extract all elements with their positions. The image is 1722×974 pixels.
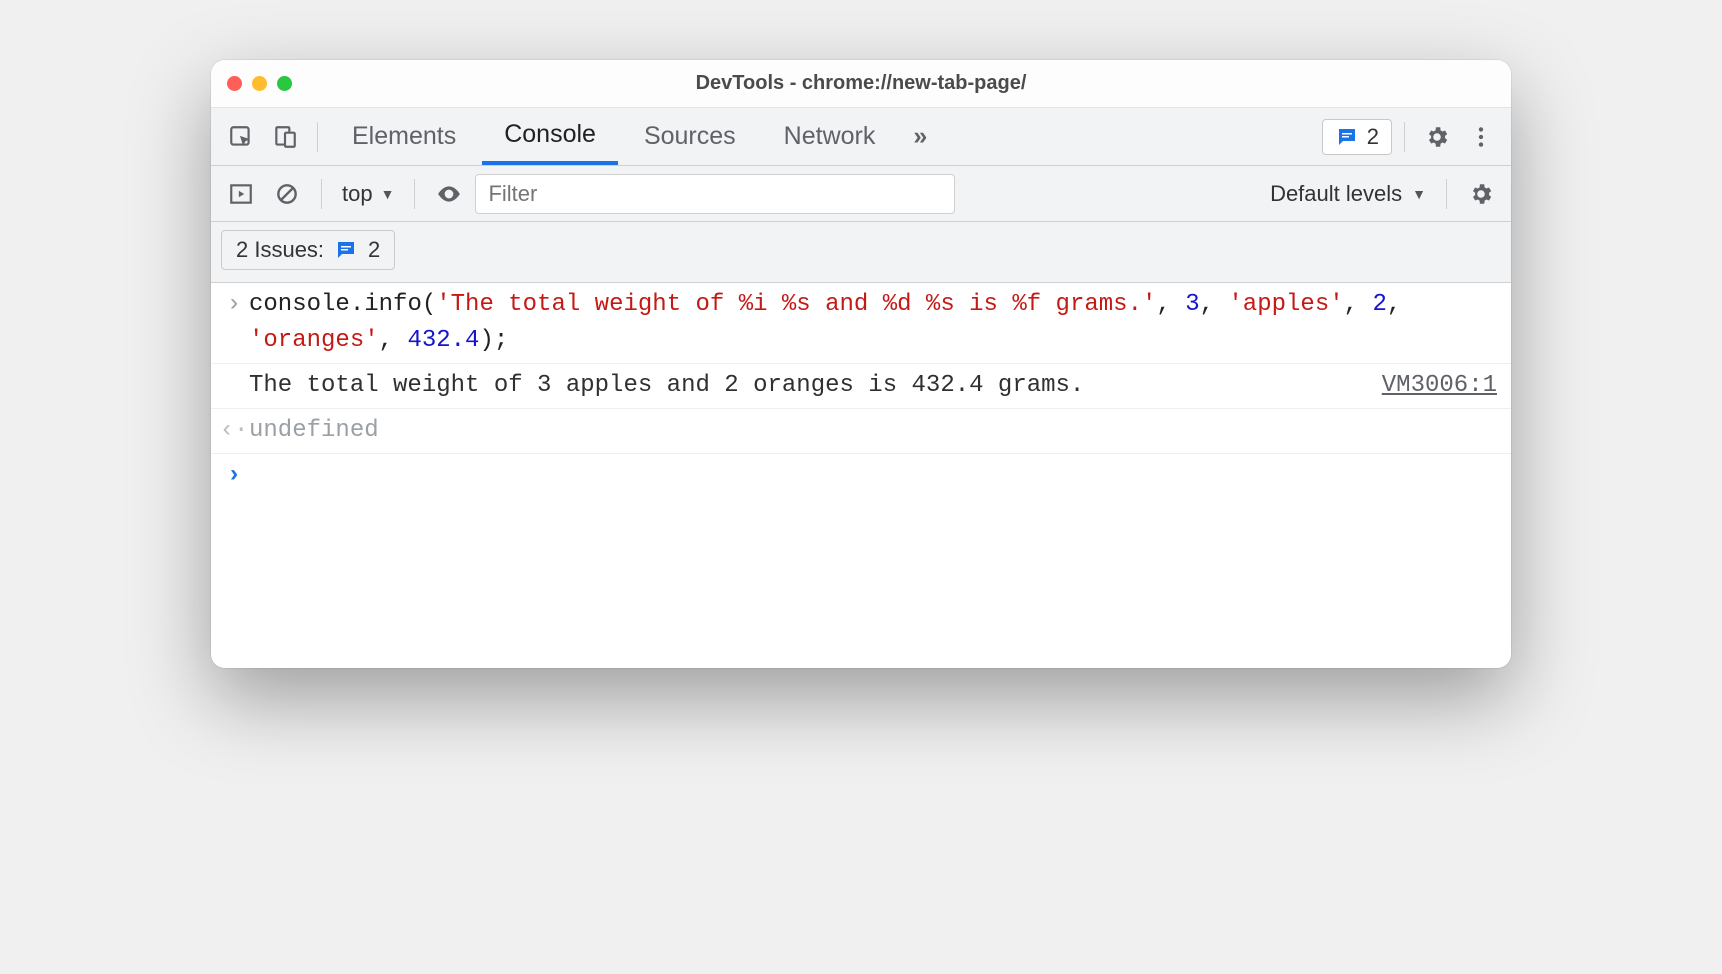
close-window-button[interactable] (227, 76, 242, 91)
titlebar: DevTools - chrome://new-tab-page/ (211, 60, 1511, 108)
filter-input[interactable] (475, 174, 955, 214)
console-output-text: The total weight of 3 apples and 2 orang… (249, 368, 1364, 404)
console-settings-gear-icon[interactable] (1461, 174, 1501, 214)
zoom-window-button[interactable] (277, 76, 292, 91)
speech-bubble-icon (334, 238, 358, 262)
window-title: DevTools - chrome://new-tab-page/ (211, 72, 1511, 95)
minimize-window-button[interactable] (252, 76, 267, 91)
tab-sources[interactable]: Sources (622, 108, 758, 165)
chevron-down-icon: ▼ (381, 186, 395, 202)
separator (317, 122, 318, 152)
console-body: › console.info('The total weight of %i %… (211, 283, 1511, 668)
separator (1404, 122, 1405, 152)
traffic-lights (227, 76, 292, 91)
live-expression-eye-icon[interactable] (429, 174, 469, 214)
execution-context-picker[interactable]: top ▼ (336, 181, 400, 207)
console-input-code[interactable]: console.info('The total weight of %i %s … (249, 287, 1497, 359)
devtools-tabbar: Elements Console Sources Network » 2 (211, 108, 1511, 166)
separator (414, 179, 415, 209)
kebab-menu-icon[interactable] (1461, 117, 1501, 157)
console-return-row: ‹· undefined (211, 409, 1511, 454)
console-output-row: The total weight of 3 apples and 2 orang… (211, 364, 1511, 409)
console-prompt-row[interactable]: › (211, 454, 1511, 498)
issues-chip-prefix: 2 Issues: (236, 237, 324, 263)
tab-console[interactable]: Console (482, 108, 618, 165)
issues-counter[interactable]: 2 (1322, 119, 1392, 155)
issues-counter-count: 2 (1367, 124, 1379, 150)
device-toolbar-icon[interactable] (265, 117, 305, 157)
issues-chip[interactable]: 2 Issues: 2 (221, 230, 395, 270)
separator (1446, 179, 1447, 209)
console-toolbar: top ▼ Default levels ▼ (211, 166, 1511, 222)
return-arrow-icon: ‹· (219, 413, 249, 449)
clear-console-icon[interactable] (267, 174, 307, 214)
console-input-row: › console.info('The total weight of %i %… (211, 283, 1511, 364)
tab-elements[interactable]: Elements (330, 108, 478, 165)
speech-bubble-icon (1335, 125, 1359, 149)
separator (321, 179, 322, 209)
chevron-down-icon: ▼ (1412, 186, 1426, 202)
log-levels-picker[interactable]: Default levels ▼ (1264, 181, 1432, 207)
prompt-arrow-icon: › (219, 458, 249, 494)
settings-gear-icon[interactable] (1417, 117, 1457, 157)
console-source-link[interactable]: VM3006:1 (1364, 368, 1497, 404)
log-levels-label: Default levels (1270, 181, 1402, 207)
issues-row: 2 Issues: 2 (211, 222, 1511, 283)
tab-network[interactable]: Network (762, 108, 898, 165)
console-blank-area[interactable] (211, 498, 1511, 668)
console-return-value: undefined (249, 413, 1497, 449)
context-label: top (342, 181, 373, 207)
devtools-window: DevTools - chrome://new-tab-page/ Elemen… (211, 60, 1511, 668)
issues-chip-count: 2 (368, 237, 380, 263)
tabs-overflow[interactable]: » (901, 108, 939, 165)
input-arrow-icon: › (219, 287, 249, 323)
inspect-element-icon[interactable] (221, 117, 261, 157)
toggle-console-sidebar-icon[interactable] (221, 174, 261, 214)
